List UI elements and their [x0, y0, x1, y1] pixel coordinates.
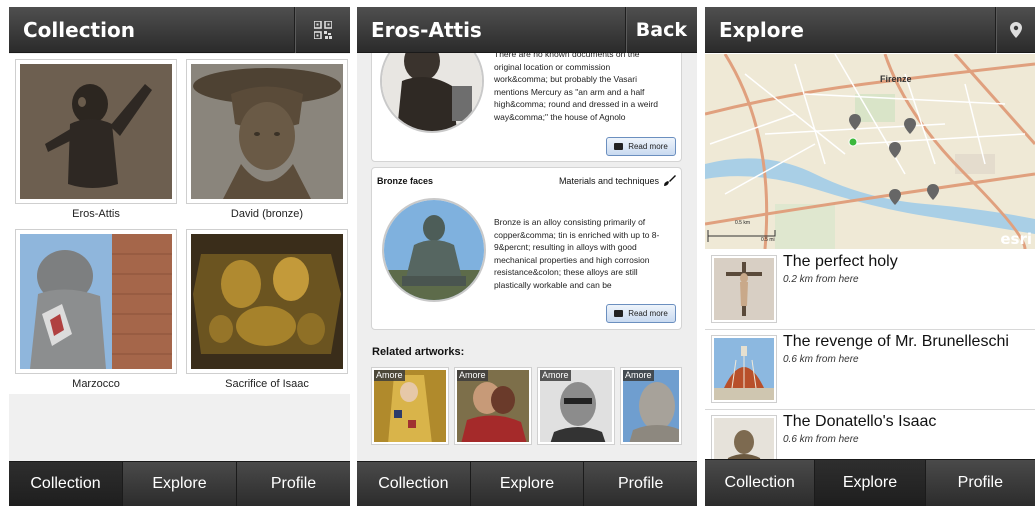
card-text-line: mentions Mercury as "an arm and a half	[494, 86, 645, 97]
artwork-caption: Marzocco	[72, 378, 120, 390]
qr-code-icon	[313, 21, 332, 39]
artwork-thumbnail	[15, 59, 177, 204]
related-artwork-tag: Amore	[374, 370, 405, 381]
card-text: There are no known documents on the orig…	[494, 48, 679, 123]
related-artwork-item[interactable]: Amore	[454, 367, 532, 445]
collection-item-eros-attis[interactable]: Eros-Attis	[15, 59, 177, 220]
card-text-line: 9&percnt; resulting in alloys with good	[494, 242, 637, 252]
card-text-line: plastically workable and can be	[494, 279, 612, 290]
card-category: Materials and techniques	[559, 174, 676, 187]
place-thumbnail	[711, 255, 777, 323]
artwork-detail-screen: There are no known documents on the orig…	[357, 7, 697, 506]
card-category-label: Materials and techniques	[558, 175, 659, 186]
place-title: The perfect holy	[783, 253, 898, 270]
tab-bar: Collection Explore Profile	[357, 461, 697, 506]
collection-header: Collection	[9, 7, 350, 53]
collection-grid: Eros-Attis David (bronze) Marzocco Sacri…	[9, 54, 350, 394]
artwork-thumbnail	[15, 229, 177, 374]
locate-button[interactable]	[995, 7, 1035, 53]
brush-icon	[664, 175, 676, 186]
related-artwork-item[interactable]: Amore	[371, 367, 449, 445]
explore-header: Explore	[705, 7, 1035, 53]
card-text-line: way&comma;" the house of Agnolo	[494, 111, 626, 122]
read-more-label: Read more	[628, 142, 668, 151]
tab-collection[interactable]: Collection	[9, 462, 123, 506]
book-icon	[614, 310, 624, 317]
tab-profile[interactable]: Profile	[237, 462, 350, 506]
place-distance: 0.6 km from here	[783, 434, 859, 445]
info-card: Bronze faces Materials and techniques Br…	[371, 167, 682, 330]
collection-item-david-bronze[interactable]: David (bronze)	[186, 59, 348, 220]
place-distance: 0.6 km from here	[783, 354, 859, 365]
map-scale-mi: 0.5 mi	[761, 237, 775, 243]
detail-header: Eros-Attis Back	[357, 7, 697, 53]
tab-explore[interactable]: Explore	[471, 462, 585, 506]
card-image	[382, 198, 486, 302]
tab-explore[interactable]: Explore	[123, 462, 237, 506]
read-more-button[interactable]: Read more	[606, 304, 676, 323]
qr-scan-button[interactable]	[294, 7, 350, 53]
related-artwork-tag: Amore	[623, 370, 654, 381]
related-artwork-item[interactable]: Amore	[537, 367, 615, 445]
tab-bar: Collection Explore Profile	[705, 459, 1035, 506]
card-text-line: copper&comma; tin is enriched with up to…	[494, 229, 660, 240]
artwork-caption: Sacrifice of Isaac	[225, 378, 309, 390]
related-artwork-tag: Amore	[457, 370, 488, 381]
collection-item-marzocco[interactable]: Marzocco	[15, 229, 177, 390]
place-list-item[interactable]: The perfect holy 0.2 km from here	[705, 250, 1035, 330]
card-text-line: high&comma; round and dressed in a weird	[494, 99, 658, 109]
card-text-line: resistance&colon; these alloys are still	[494, 267, 638, 277]
location-pin-icon	[1009, 22, 1022, 38]
tab-collection[interactable]: Collection	[357, 462, 471, 506]
tab-explore[interactable]: Explore	[815, 460, 926, 506]
place-list-item[interactable]: The revenge of Mr. Brunelleschi 0.6 km f…	[705, 330, 1035, 410]
card-text: Bronze is an alloy consisting primarily …	[494, 216, 679, 291]
place-title: The Donatello's Isaac	[783, 413, 937, 430]
related-artwork-item[interactable]: Amore	[620, 367, 682, 445]
card-text-line: work&comma; but probably the Vasari	[494, 74, 637, 84]
related-artwork-tag: Amore	[540, 370, 571, 381]
place-title: The revenge of Mr. Brunelleschi	[783, 333, 1009, 350]
related-artworks-title: Related artworks:	[372, 346, 465, 358]
city-map[interactable]: Firenze 0.5 km 0.5 mi esri	[705, 54, 1035, 249]
book-icon	[614, 143, 624, 150]
tab-profile[interactable]: Profile	[926, 460, 1035, 506]
artwork-thumbnail	[186, 229, 348, 374]
place-thumbnail	[711, 335, 777, 403]
detail-title: Eros-Attis	[371, 18, 482, 42]
card-text-line: original location or commission	[494, 61, 611, 72]
read-more-label: Read more	[628, 309, 668, 318]
card-text-line: Bronze is an alloy consisting primarily …	[494, 217, 646, 227]
tab-profile[interactable]: Profile	[584, 462, 697, 506]
map-attribution: esri	[1000, 230, 1032, 248]
collection-item-sacrifice-of-isaac[interactable]: Sacrifice of Isaac	[186, 229, 348, 390]
collection-screen: Collection Eros-Attis David (bronze) Mar…	[9, 7, 350, 506]
tab-collection[interactable]: Collection	[705, 460, 816, 506]
place-distance: 0.2 km from here	[783, 274, 859, 285]
card-heading: Bronze faces	[377, 176, 434, 186]
card-text-line: mechanical properties and high corrosion	[494, 254, 650, 265]
collection-title: Collection	[23, 18, 135, 42]
artwork-thumbnail	[186, 59, 348, 204]
tab-bar: Collection Explore Profile	[9, 461, 350, 506]
read-more-button[interactable]: Read more	[606, 137, 676, 156]
back-label: Back	[635, 19, 687, 41]
map-city-label: Firenze	[880, 74, 912, 84]
back-button[interactable]: Back	[624, 7, 697, 53]
artwork-caption: Eros-Attis	[72, 208, 120, 220]
explore-title: Explore	[719, 18, 804, 42]
artwork-caption: David (bronze)	[230, 208, 304, 220]
explore-screen: Explore Firenze 0.5 km 0.5 mi esri The p…	[705, 7, 1035, 506]
map-scale-km: 0.5 km	[735, 220, 751, 226]
